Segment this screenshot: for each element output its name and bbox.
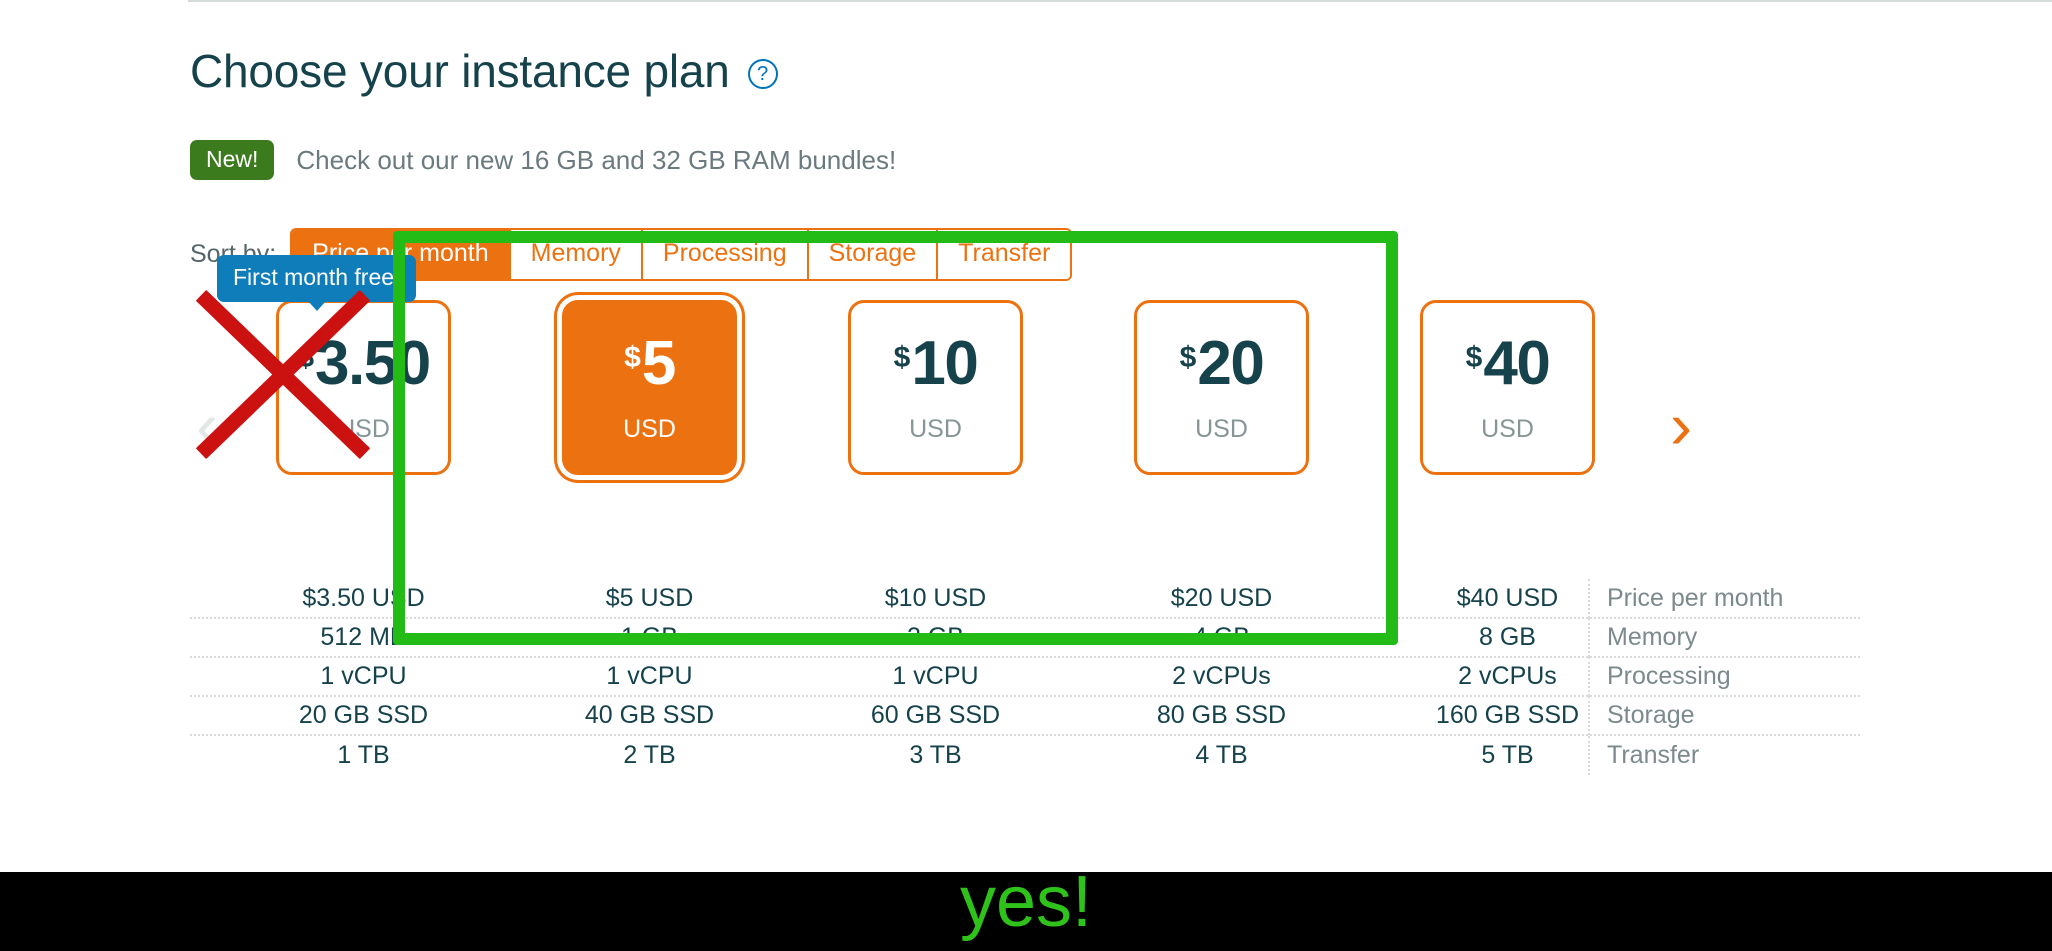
plan-amount: 20 xyxy=(1197,328,1264,398)
first-month-free-badge: First month free! xyxy=(217,255,417,311)
spec-value: $5 USD xyxy=(605,584,694,612)
spec-value: 20 GB SSD xyxy=(298,701,429,729)
chevron-right-icon[interactable]: › xyxy=(1670,392,1692,458)
plan-column-40: $ 40 USD xyxy=(1420,300,1595,475)
currency-symbol: $ xyxy=(893,340,911,374)
page-header: Choose your instance plan ? xyxy=(190,48,778,94)
plan-card-5[interactable]: $ 5 USD xyxy=(562,300,737,475)
spec-value: $3.50 USD xyxy=(302,584,425,612)
plan-column-3-50: First month free! $ 3.50 USD xyxy=(217,255,451,475)
spec-value: 2 vCPUs xyxy=(1458,662,1557,690)
spec-value: 4 TB xyxy=(1195,741,1248,769)
spec-value: 1 vCPU xyxy=(320,662,407,690)
plan-column-10: $ 10 USD xyxy=(848,300,1023,475)
plan-card-10[interactable]: $ 10 USD xyxy=(848,300,1023,475)
section-divider xyxy=(188,0,2052,2)
spec-row-label: Price per month xyxy=(1588,579,1783,618)
plan-currency: USD xyxy=(1481,415,1534,444)
sort-option-memory[interactable]: Memory xyxy=(510,230,643,279)
plan-card-3-50[interactable]: First month free! $ 3.50 USD xyxy=(217,255,451,475)
table-row: $3.50 USD $5 USD $10 USD $20 USD $40 USD… xyxy=(190,579,1860,619)
plan-price: $ 40 xyxy=(1465,328,1551,398)
plan-amount: 3.50 xyxy=(315,328,431,398)
sort-option-transfer[interactable]: Transfer xyxy=(938,230,1071,279)
new-badge: New! xyxy=(190,140,275,180)
spec-value: 3 TB xyxy=(909,741,962,769)
spec-value: 512 MB xyxy=(320,623,407,651)
sort-option-storage[interactable]: Storage xyxy=(808,230,939,279)
plan-amount: 5 xyxy=(641,328,676,398)
spec-value: 1 TB xyxy=(337,741,390,769)
spec-value: 2 vCPUs xyxy=(1172,662,1271,690)
plan-price: $ 20 xyxy=(1179,328,1265,398)
instance-plan-page: Choose your instance plan ? New! Check o… xyxy=(0,0,2052,951)
chevron-left-icon[interactable]: ‹ xyxy=(196,392,218,458)
page-title: Choose your instance plan xyxy=(190,45,730,97)
plan-card-20[interactable]: $ 20 USD xyxy=(1134,300,1309,475)
spec-value: 1 vCPU xyxy=(606,662,693,690)
promo-banner: New! Check out our new 16 GB and 32 GB R… xyxy=(190,140,896,180)
plan-currency: USD xyxy=(1195,415,1248,444)
plan-currency: USD xyxy=(337,415,390,444)
spec-value: 160 GB SSD xyxy=(1435,701,1580,729)
plan-column-5: $ 5 USD xyxy=(562,300,737,475)
plan-spec-table: $3.50 USD $5 USD $10 USD $20 USD $40 USD… xyxy=(190,579,1860,775)
plan-amount: 10 xyxy=(911,328,978,398)
spec-row-label: Memory xyxy=(1588,618,1697,657)
spec-row-label: Processing xyxy=(1588,657,1731,696)
spec-value: 2 TB xyxy=(623,741,676,769)
question-circle-icon[interactable]: ? xyxy=(747,59,778,89)
plan-price: $ 5 xyxy=(624,328,676,398)
currency-symbol: $ xyxy=(297,340,314,374)
plan-price: $ 10 xyxy=(893,328,979,398)
spec-value: 2 GB xyxy=(907,623,964,651)
table-row: 512 MB 1 GB 2 GB 4 GB 8 GB Memory xyxy=(190,618,1860,658)
currency-symbol: $ xyxy=(1179,340,1197,374)
currency-symbol: $ xyxy=(1465,340,1483,374)
spec-row-label: Transfer xyxy=(1588,736,1699,775)
sort-option-processing[interactable]: Processing xyxy=(642,230,809,279)
plan-amount: 40 xyxy=(1483,328,1550,398)
spec-value: 80 GB SSD xyxy=(1156,701,1287,729)
plan-card-40[interactable]: $ 40 USD xyxy=(1420,300,1595,475)
spec-value: 1 GB xyxy=(621,623,678,651)
table-row: 1 TB 2 TB 3 TB 4 TB 5 TB Transfer xyxy=(190,736,1860,775)
plan-column-20: $ 20 USD xyxy=(1134,300,1309,475)
caption-text: yes! xyxy=(959,862,1093,942)
promo-text: Check out our new 16 GB and 32 GB RAM bu… xyxy=(296,144,897,175)
spec-value: 8 GB xyxy=(1479,623,1536,651)
spec-value: 5 TB xyxy=(1481,741,1534,769)
plan-currency: USD xyxy=(623,415,676,444)
spec-value: 4 GB xyxy=(1193,623,1250,651)
currency-symbol: $ xyxy=(624,340,641,374)
plan-currency: USD xyxy=(909,415,962,444)
table-row: 20 GB SSD 40 GB SSD 60 GB SSD 80 GB SSD … xyxy=(190,696,1860,736)
spec-value: 40 GB SSD xyxy=(584,701,715,729)
spec-value: 60 GB SSD xyxy=(870,701,1001,729)
plan-card-list: First month free! $ 3.50 USD $ 5 USD $ 1… xyxy=(217,255,1595,475)
spec-value: $10 USD xyxy=(884,584,987,612)
spec-value: 1 vCPU xyxy=(892,662,979,690)
spec-row-label: Storage xyxy=(1588,696,1695,735)
plan-price: $ 3.50 xyxy=(297,328,431,398)
table-row: 1 vCPU 1 vCPU 1 vCPU 2 vCPUs 2 vCPUs Pro… xyxy=(190,657,1860,697)
spec-value: $40 USD xyxy=(1456,584,1559,612)
spec-value: $20 USD xyxy=(1170,584,1273,612)
